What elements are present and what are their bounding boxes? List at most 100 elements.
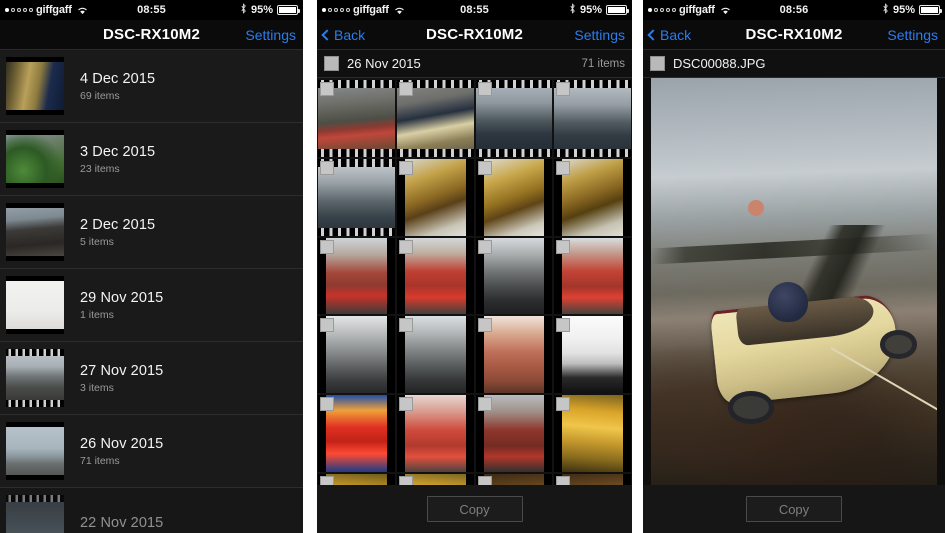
list-item[interactable]: 29 Nov 2015 1 items [0,269,303,342]
screenshot-stage: giffgaff 08:55 95% DSC-RX10M2 Settings 4… [0,0,945,533]
battery-icon [606,5,629,15]
list-item[interactable]: 4 Dec 2015 69 items [0,50,303,123]
thumbnail-cell[interactable] [396,158,474,236]
thumbnail-checkbox[interactable] [556,475,571,485]
bluetooth-icon [882,3,889,17]
chevron-left-icon [321,28,333,41]
copy-bar-panel3: Copy [643,485,945,533]
status-bar-panel3: giffgaff 08:56 95% [643,0,945,20]
thumbnail-cell[interactable] [475,158,553,236]
list-item[interactable]: 22 Nov 2015 [0,488,303,533]
settings-button[interactable]: Settings [574,27,632,43]
album-header[interactable]: 26 Nov 2015 71 items [317,50,632,78]
album-thumbnail [6,203,64,261]
thumbnail-checkbox[interactable] [320,239,334,254]
thumbnail-cell[interactable] [396,316,474,393]
nav-bar-panel3: Back DSC-RX10M2 Settings [643,20,945,50]
album-date: 26 Nov 2015 [80,435,164,452]
album-thumbnail [6,130,64,188]
thumbnail-checkbox[interactable] [477,397,492,411]
bluetooth-icon [240,3,247,17]
copy-button[interactable]: Copy [746,496,842,522]
list-item[interactable]: 26 Nov 2015 71 items [0,415,303,488]
thumbnail-checkbox[interactable] [398,318,413,333]
thumbnail-cell[interactable] [318,158,395,236]
file-header[interactable]: DSC00088.JPG [643,50,945,78]
thumbnail-checkbox[interactable] [320,160,334,175]
thumbnail-checkbox[interactable] [556,82,571,96]
album-date: 27 Nov 2015 [80,362,164,379]
photo-detail-tyre-right [879,330,917,359]
battery-icon [277,5,300,15]
album-date-list[interactable]: 4 Dec 2015 69 items 3 Dec 2015 23 items 2 De… [0,50,303,533]
thumbnail-checkbox[interactable] [398,397,413,411]
thumbnail-cell[interactable] [318,80,395,157]
thumbnail-cell[interactable] [475,395,553,472]
thumbnail-grid-scroll[interactable] [317,78,632,485]
thumbnail-checkbox[interactable] [398,82,413,96]
thumbnail-cell[interactable] [475,473,553,485]
thumbnail-cell[interactable] [475,237,553,315]
thumbnail-cell[interactable] [554,316,631,393]
list-item[interactable]: 3 Dec 2015 23 items [0,123,303,196]
album-item-count: 1 items [80,308,114,321]
thumbnail-cell[interactable] [396,473,474,485]
thumbnail-cell[interactable] [554,80,631,157]
thumbnail-checkbox[interactable] [477,160,492,175]
thumbnail-checkbox[interactable] [320,82,334,96]
copy-button[interactable]: Copy [426,496,523,522]
settings-button[interactable]: Settings [245,27,303,43]
nav-bar-panel1: DSC-RX10M2 Settings [0,20,303,50]
thumbnail-cell[interactable] [554,395,631,472]
thumbnail-cell[interactable] [475,316,553,393]
battery-icon [919,5,942,15]
album-thumbnail [6,422,64,480]
thumbnail-checkbox[interactable] [477,82,492,96]
thumbnail-cell[interactable] [554,473,631,485]
select-all-checkbox[interactable] [324,56,339,71]
thumbnail-checkbox[interactable] [320,397,334,411]
photo-viewer[interactable] [643,78,945,485]
thumbnail-cell[interactable] [318,316,395,393]
back-button[interactable]: Back [643,27,691,43]
file-select-checkbox[interactable] [650,56,665,71]
thumbnail-checkbox[interactable] [477,318,492,333]
copy-bar-panel2: Copy [317,485,632,533]
album-date: 22 Nov 2015 [80,514,164,531]
panel-album-list: giffgaff 08:55 95% DSC-RX10M2 Settings 4… [0,0,303,533]
thumbnail-checkbox[interactable] [398,160,413,175]
thumbnail-checkbox[interactable] [556,160,571,175]
thumbnail-checkbox[interactable] [556,397,571,411]
thumbnail-checkbox[interactable] [477,475,492,485]
list-item-text: 29 Nov 2015 1 items [64,290,163,321]
list-item[interactable]: 2 Dec 2015 5 items [0,196,303,269]
list-item-text: 4 Dec 2015 69 items [64,71,155,102]
thumbnail-cell[interactable] [475,80,553,157]
thumbnail-checkbox[interactable] [398,239,413,254]
thumbnail-cell[interactable] [396,237,474,315]
thumbnail-grid[interactable] [318,80,631,485]
thumbnail-cell[interactable] [318,473,395,485]
album-thumbnail [6,495,64,533]
album-item-count: 71 items [80,454,120,467]
thumbnail-cell[interactable] [396,80,474,157]
list-item-text: 3 Dec 2015 23 items [64,144,155,175]
thumbnail-checkbox[interactable] [556,318,571,333]
bluetooth-icon [569,3,576,17]
thumbnail-cell[interactable] [396,395,474,472]
thumbnail-cell[interactable] [318,395,395,472]
thumbnail-checkbox[interactable] [477,239,492,254]
status-bar-right: 95% [240,3,300,17]
settings-button[interactable]: Settings [887,27,945,43]
thumbnail-checkbox[interactable] [320,475,334,485]
thumbnail-checkbox[interactable] [556,239,571,254]
back-button[interactable]: Back [317,27,365,43]
thumbnail-checkbox[interactable] [398,475,413,485]
list-item[interactable]: 27 Nov 2015 3 items [0,342,303,415]
photo-detail-bag [768,281,809,323]
panel-thumbnail-grid: giffgaff 08:55 95% Back DSC-RX10M2 Setti… [317,0,632,533]
thumbnail-checkbox[interactable] [320,318,334,333]
thumbnail-cell[interactable] [554,237,631,315]
thumbnail-cell[interactable] [554,158,631,236]
thumbnail-cell[interactable] [318,237,395,315]
